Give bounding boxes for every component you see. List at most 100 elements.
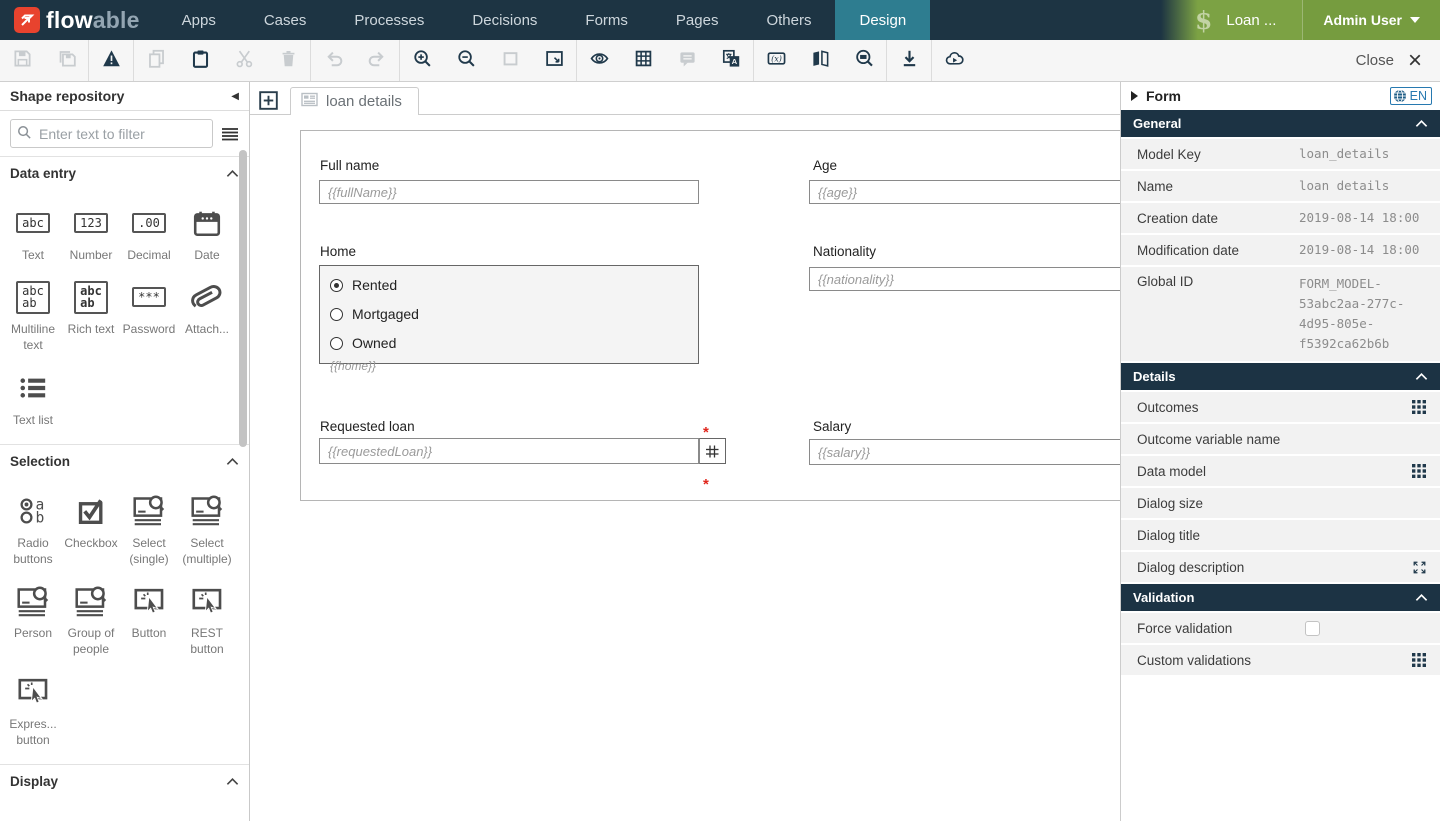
property-row-dialog-size[interactable]: Dialog size [1121,488,1440,518]
property-row-global-id[interactable]: Global ID FORM_MODEL- 53abc2aa-277c- 4d9… [1121,267,1440,361]
property-row-custom-validations[interactable]: Custom validations [1121,645,1440,675]
requested-loan-field[interactable] [319,438,699,464]
shape-multiline-text[interactable]: abcab Multiline text [4,279,62,353]
radio-option-mortgaged[interactable]: Mortgaged [330,303,688,325]
chevron-up-icon [1415,593,1428,602]
property-row-dialog-description[interactable]: Dialog description [1121,552,1440,582]
deploy-button[interactable] [932,40,976,81]
form-card: Full name Age Home Rented Mortgaged Owne… [300,130,1120,501]
properties-panel: Form EN General Model Key loan_details N… [1120,82,1440,821]
zoom-in-button[interactable] [400,40,444,81]
flowable-logo[interactable]: flowable [0,0,158,40]
grid-edit-icon[interactable] [1412,464,1426,478]
tab-loan-details[interactable]: loan details [290,87,419,115]
panel-section-header[interactable]: General [1121,110,1440,137]
age-field[interactable] [809,180,1120,204]
preview-icon [590,49,609,73]
user-menu-button[interactable]: Admin User [1302,0,1440,40]
shape-date[interactable]: Date [178,205,236,263]
grid-edit-icon[interactable] [1412,653,1426,667]
panel-section-header[interactable]: Details [1121,363,1440,390]
section-header[interactable]: Selection [0,444,249,477]
force-validation-checkbox[interactable] [1305,621,1320,636]
salary-field[interactable] [809,439,1120,465]
logo-text-able: able [93,7,140,33]
rest-button-icon [192,583,223,619]
shape-number[interactable]: 123 Number [62,205,120,263]
model-search-button[interactable] [842,40,886,81]
property-row-model-key[interactable]: Model Key loan_details [1121,139,1440,169]
menu-item-others[interactable]: Others [742,0,835,40]
zoom-fit-button[interactable] [532,40,576,81]
expression-button[interactable]: (x) [754,40,798,81]
menu-item-pages[interactable]: Pages [652,0,743,40]
list-view-toggle-icon[interactable] [221,126,239,142]
shape-decimal[interactable]: .00 Decimal [120,205,178,263]
radio-option-rented[interactable]: Rented [330,274,688,296]
full-name-field[interactable] [319,180,699,204]
shape-group-of-people[interactable]: Group of people [62,583,120,657]
translation-button[interactable]: A [709,40,753,81]
close-button[interactable]: Close [1356,52,1394,69]
expand-icon[interactable] [1413,561,1426,574]
current-app-button[interactable]: $ Loan ... [1161,0,1302,40]
paste-button[interactable] [178,40,222,81]
property-row-force-validation[interactable]: Force validation [1121,613,1440,643]
shape-select-multiple-[interactable]: Select (multiple) [178,493,236,567]
property-row-creation-date[interactable]: Creation date 2019-08-14 18:00 [1121,203,1440,233]
redo-button [355,40,399,81]
add-tab-button[interactable] [259,91,278,110]
shape-filter-input[interactable] [10,119,213,148]
grid-button[interactable] [621,40,665,81]
save-as-icon [57,49,76,73]
export-button[interactable] [887,40,931,81]
shape-rich-text[interactable]: abcab Rich text [62,279,120,353]
property-row-outcome-variable-name[interactable]: Outcome variable name [1121,424,1440,454]
validate-button[interactable] [89,40,133,81]
menu-item-design[interactable]: Design [835,0,930,40]
deploy-icon [945,49,964,73]
shape-attach-[interactable]: Attach... [178,279,236,353]
sidebar-collapse-icon[interactable]: ◀ [231,91,239,102]
menu-item-apps[interactable]: Apps [158,0,240,40]
radio-option-owned[interactable]: Owned [330,332,688,354]
nationality-field[interactable] [809,267,1120,291]
sidebar-scrollbar-thumb[interactable] [239,150,247,447]
number-hash-icon[interactable] [699,438,726,464]
section-header[interactable]: Data entry [0,156,249,189]
save-as-button [44,40,88,81]
close-icon[interactable]: × [1408,49,1422,73]
shape-checkbox[interactable]: Checkbox [62,493,120,567]
shape-select-single-[interactable]: Select (single) [120,493,178,567]
menu-item-processes[interactable]: Processes [330,0,448,40]
panel-title: Form [1146,88,1390,104]
preview-button[interactable] [577,40,621,81]
grid-edit-icon[interactable] [1412,400,1426,414]
shape-expres-button[interactable]: Expres... button [4,674,62,748]
zoom-out-button[interactable] [444,40,488,81]
menu-item-forms[interactable]: Forms [561,0,652,40]
property-row-name[interactable]: Name loan details [1121,171,1440,201]
current-app-label: Loan ... [1226,12,1276,29]
shape-person[interactable]: Person [4,583,62,657]
shape-button[interactable]: Button [120,583,178,657]
property-row-data-model[interactable]: Data model [1121,456,1440,486]
shape-radio-buttons[interactable]: ab Radio buttons [4,493,62,567]
panel-section-header[interactable]: Validation [1121,584,1440,611]
save-icon [13,49,32,73]
language-label: EN [1410,89,1427,103]
language-button[interactable]: EN [1390,87,1432,105]
property-row-modification-date[interactable]: Modification date 2019-08-14 18:00 [1121,235,1440,265]
shape-password[interactable]: *** Password [120,279,178,353]
shape-rest-button[interactable]: REST button [178,583,236,657]
flip-button[interactable] [798,40,842,81]
menu-item-decisions[interactable]: Decisions [448,0,561,40]
panel-collapse-icon[interactable] [1131,91,1138,101]
section-header[interactable]: Display [0,764,249,797]
property-row-dialog-title[interactable]: Dialog title [1121,520,1440,550]
shape-text[interactable]: abc Text [4,205,62,263]
panel-section-validation: Validation Force validation Custom valid… [1121,584,1440,675]
menu-item-cases[interactable]: Cases [240,0,331,40]
property-row-outcomes[interactable]: Outcomes [1121,392,1440,422]
shape-text-list[interactable]: Text list [4,370,62,428]
